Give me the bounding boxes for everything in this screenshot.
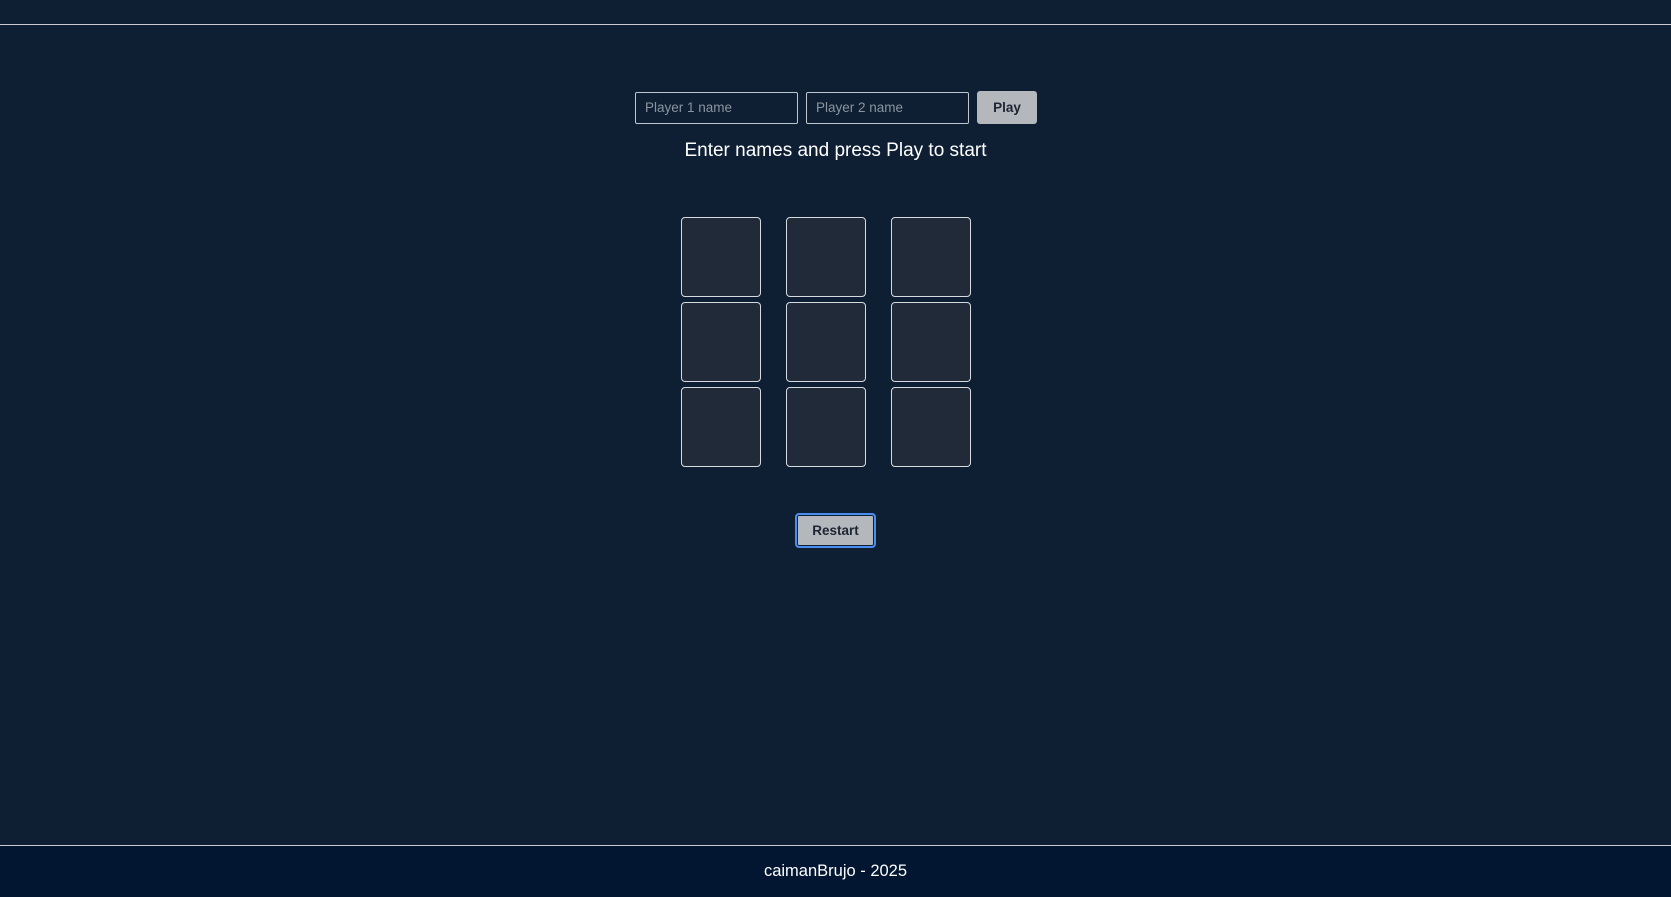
status-message: Enter names and press Play to start [684, 140, 987, 161]
board-cell-2[interactable] [786, 217, 866, 297]
top-bar [0, 0, 1671, 25]
player2-name-input[interactable] [806, 91, 969, 124]
player1-name-input[interactable] [635, 91, 798, 124]
board-cell-1[interactable] [681, 217, 761, 297]
board-cell-5[interactable] [786, 302, 866, 382]
footer-credit: caimanBrujo - 2025 [763, 862, 908, 880]
footer: caimanBrujo - 2025 [0, 845, 1671, 897]
board-cell-8[interactable] [786, 387, 866, 467]
board-cell-3[interactable] [891, 217, 971, 297]
board-cell-6[interactable] [891, 302, 971, 382]
restart-button[interactable]: Restart [795, 513, 876, 548]
board-cell-4[interactable] [681, 302, 761, 382]
board-cell-7[interactable] [681, 387, 761, 467]
player-controls: Play [635, 91, 1037, 124]
play-button[interactable]: Play [977, 91, 1037, 124]
board-cell-9[interactable] [891, 387, 971, 467]
game-board [681, 217, 971, 467]
